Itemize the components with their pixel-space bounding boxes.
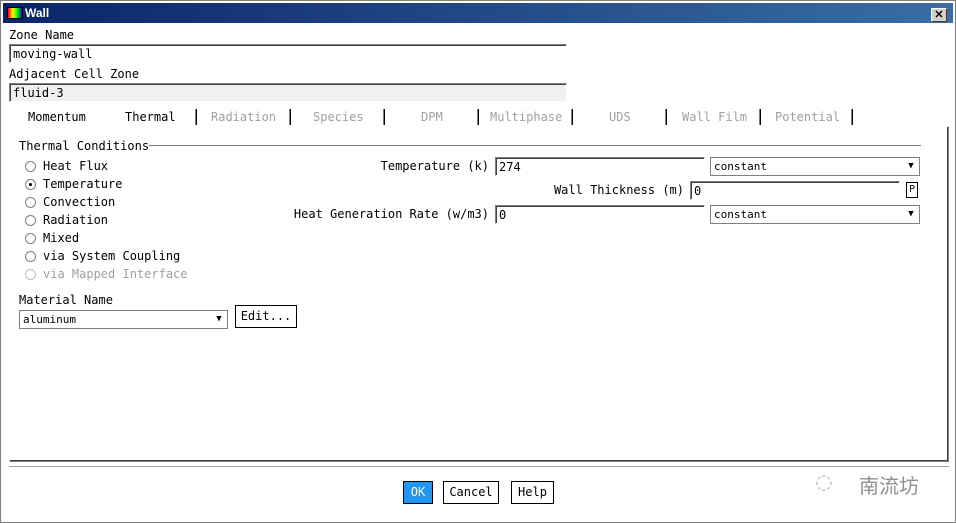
tab-divider — [759, 109, 761, 125]
tab-divider — [289, 109, 291, 125]
temperature-label: Temperature (k) — [380, 159, 489, 173]
radio-system-coupling[interactable] — [25, 251, 36, 262]
radiation-label: Radiation — [43, 213, 109, 227]
radio-mixed[interactable] — [25, 233, 36, 244]
wall-thickness-label: Wall Thickness (m) — [553, 183, 684, 197]
tab-divider — [571, 109, 573, 125]
system-coupling-label: via System Coupling — [43, 249, 181, 263]
adjacent-cell-zone-field: fluid-3 — [9, 83, 567, 102]
tab-multiphase[interactable]: Multiphase — [490, 110, 562, 124]
tab-momentum[interactable]: Momentum — [28, 110, 86, 124]
footer-divider — [9, 466, 949, 467]
radio-mapped-interface — [25, 269, 36, 280]
material-select[interactable]: aluminum ▼ — [19, 310, 228, 329]
tab-radiation[interactable]: Radiation — [211, 110, 276, 124]
chevron-down-icon: ▼ — [908, 161, 914, 171]
tab-divider — [195, 109, 197, 125]
cancel-button[interactable]: Cancel — [443, 481, 499, 504]
wechat-icon: ◌ — [816, 467, 832, 497]
temperature-input[interactable]: 274 — [495, 157, 705, 176]
parameter-button[interactable]: P — [906, 182, 918, 198]
radio-radiation[interactable] — [25, 215, 36, 226]
tab-divider — [851, 109, 853, 125]
thermal-conditions-label: Thermal Conditions — [19, 139, 150, 153]
wall-dialog: Wall ✕ Zone Name moving-wall Adjacent Ce… — [0, 0, 956, 523]
adjacent-cell-zone-label: Adjacent Cell Zone — [9, 67, 140, 81]
chevron-down-icon: ▼ — [908, 209, 914, 219]
convection-label: Convection — [43, 195, 116, 209]
radio-heat-flux[interactable] — [25, 161, 36, 172]
tab-species[interactable]: Species — [313, 110, 364, 124]
group-divider — [149, 145, 921, 147]
watermark: 南流坊 — [859, 474, 919, 498]
tab-dpm[interactable]: DPM — [421, 110, 443, 124]
heat-generation-method-value: constant — [714, 208, 767, 221]
close-button[interactable]: ✕ — [931, 8, 947, 22]
tab-divider — [665, 109, 667, 125]
heat-generation-method-select[interactable]: constant ▼ — [710, 205, 920, 224]
material-value: aluminum — [23, 313, 76, 326]
tab-thermal[interactable]: Thermal — [125, 110, 176, 124]
edit-material-button[interactable]: Edit... — [235, 305, 297, 328]
tab-potential[interactable]: Potential — [775, 110, 840, 124]
zone-name-label: Zone Name — [9, 28, 75, 42]
thermal-panel — [9, 126, 949, 462]
ok-button[interactable]: OK — [403, 481, 433, 504]
tab-wall-film[interactable]: Wall Film — [682, 110, 747, 124]
heat-generation-input[interactable]: 0 — [495, 205, 705, 224]
temperature-method-value: constant — [714, 160, 767, 173]
radio-convection[interactable] — [25, 197, 36, 208]
mapped-interface-label: via Mapped Interface — [43, 267, 188, 281]
chevron-down-icon: ▼ — [216, 314, 222, 324]
zone-name-input[interactable]: moving-wall — [9, 44, 567, 63]
mixed-label: Mixed — [43, 231, 80, 245]
temperature-method-select[interactable]: constant ▼ — [710, 157, 920, 176]
title-bar: Wall ✕ — [3, 3, 953, 23]
heat-generation-label: Heat Generation Rate (w/m3) — [293, 207, 489, 221]
window-title: Wall — [25, 6, 50, 20]
material-name-label: Material Name — [19, 293, 113, 307]
tab-divider — [477, 109, 479, 125]
help-button[interactable]: Help — [511, 481, 554, 504]
tab-divider — [383, 109, 385, 125]
temperature-option-label: Temperature — [43, 177, 123, 191]
wall-thickness-input[interactable]: 0 — [690, 181, 900, 200]
app-icon — [7, 7, 23, 19]
tab-uds[interactable]: UDS — [609, 110, 631, 124]
radio-temperature[interactable] — [25, 179, 36, 190]
heat-flux-label: Heat Flux — [43, 159, 109, 173]
